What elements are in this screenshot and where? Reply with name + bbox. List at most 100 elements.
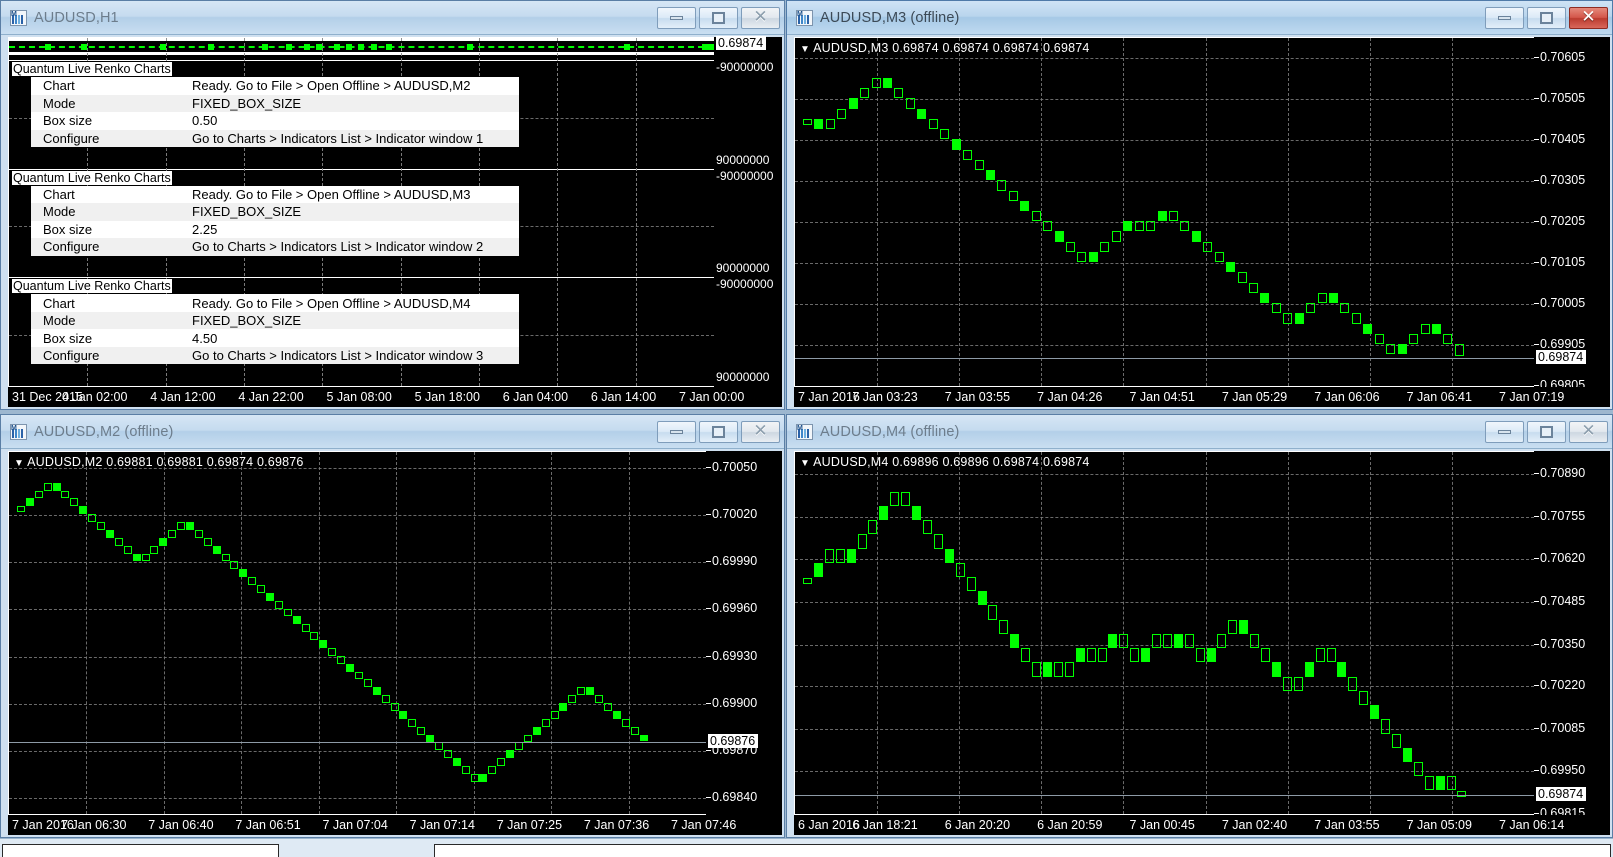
close-button-m4[interactable]: ✕: [1569, 421, 1608, 443]
renko-brick: [1436, 776, 1445, 790]
minimize-button-m3[interactable]: [1485, 7, 1524, 29]
plot-m4[interactable]: ▼AUDUSD,M4 0.69896 0.69896 0.69874 0.698…: [794, 451, 1534, 815]
renko-brick: [1359, 691, 1368, 705]
chart-menu-caret-icon[interactable]: ▼: [800, 44, 810, 55]
chart-menu-caret-icon[interactable]: ▼: [800, 458, 810, 469]
renko-brick: [1238, 272, 1247, 282]
price-tick-mark: [1534, 221, 1539, 222]
renko-brick: [35, 491, 43, 499]
minimize-button-m2[interactable]: [657, 421, 696, 443]
indicator-axis-bottom: 90000000: [716, 153, 769, 167]
grid-line-horizontal: [795, 559, 1534, 560]
plot-row-m4: ▼AUDUSD,M4 0.69896 0.69896 0.69874 0.698…: [794, 451, 1610, 815]
indicator-row-key: Box size: [31, 222, 188, 237]
window-audusd-m2[interactable]: M AUDUSD,M2 (offline) ✕ ▼AUDUSD,M2 0.698…: [0, 414, 785, 838]
close-button-m2[interactable]: ✕: [741, 421, 780, 443]
titlebar-m2[interactable]: M AUDUSD,M2 (offline) ✕: [1, 415, 784, 449]
renko-brick: [1348, 677, 1357, 691]
grid-line-vertical: [557, 38, 558, 386]
time-tick-label: 7 Jan 03:55: [945, 390, 1010, 404]
minimize-button-h1[interactable]: [657, 7, 696, 29]
current-price-label[interactable]: 0.69874: [1536, 787, 1586, 801]
renko-brick: [88, 514, 96, 522]
time-tick-label: 5 Jan 18:00: [415, 390, 480, 404]
price-tick-mark: [706, 703, 711, 704]
time-axis-m3[interactable]: 7 Jan 20167 Jan 03:237 Jan 03:557 Jan 04…: [794, 387, 1610, 407]
time-axis-m4[interactable]: 6 Jan 20166 Jan 18:216 Jan 20:206 Jan 20…: [794, 815, 1610, 835]
close-button-m3[interactable]: ✕: [1569, 7, 1608, 29]
chart-tab-stub-2[interactable]: [434, 844, 1611, 857]
indicator-row: Box size4.50: [31, 329, 519, 347]
bottom-taskbar[interactable]: [0, 838, 1613, 857]
maximize-button-m2[interactable]: [699, 421, 738, 443]
indicator-row: ModeFIXED_BOX_SIZE: [31, 312, 519, 330]
chart-tab-stub-1[interactable]: [2, 844, 279, 857]
indicator-info-panel: ChartReady. Go to File > Open Offline > …: [31, 186, 519, 256]
renko-brick: [1381, 719, 1390, 733]
grid-line-vertical: [1123, 38, 1124, 386]
grid-line-vertical: [474, 452, 475, 814]
time-axis-m2[interactable]: 7 Jan 20167 Jan 06:307 Jan 06:407 Jan 06…: [8, 815, 782, 835]
current-price-label[interactable]: 0.69876: [708, 734, 758, 748]
grid-line-vertical: [636, 38, 637, 386]
renko-brick: [346, 664, 354, 672]
maximize-button-m3[interactable]: [1527, 7, 1566, 29]
renko-brick: [1239, 620, 1248, 634]
plot-m3[interactable]: ▼AUDUSD,M3 0.69874 0.69874 0.69874 0.698…: [794, 37, 1534, 387]
window-audusd-h1[interactable]: M AUDUSD,H1 ✕ Quantum Live Renko ChartsC…: [0, 0, 785, 410]
renko-brick: [1398, 344, 1407, 354]
chart-area-m4[interactable]: ▼AUDUSD,M4 0.69896 0.69896 0.69874 0.698…: [787, 449, 1612, 837]
renko-brick: [559, 703, 567, 711]
renko-brick: [1180, 221, 1189, 231]
chart-menu-caret-icon[interactable]: ▼: [14, 458, 24, 469]
plot-h1[interactable]: Quantum Live Renko ChartsChartReady. Go …: [8, 37, 714, 387]
minimize-button-m4[interactable]: [1485, 421, 1524, 443]
renko-brick: [1076, 648, 1085, 662]
maximize-button-h1[interactable]: [699, 7, 738, 29]
renko-brick: [115, 538, 123, 546]
titlebar-h1[interactable]: M AUDUSD,H1 ✕: [1, 1, 784, 35]
window-audusd-m4[interactable]: M AUDUSD,M4 (offline) ✕ ▼AUDUSD,M4 0.698…: [786, 414, 1613, 838]
chart-area-m3[interactable]: ▼AUDUSD,M3 0.69874 0.69874 0.69874 0.698…: [787, 35, 1612, 409]
grid-line-vertical: [551, 452, 552, 814]
renko-brick: [894, 88, 903, 98]
close-button-h1[interactable]: ✕: [741, 7, 780, 29]
renko-brick: [1327, 648, 1336, 662]
indicator-row-value: 0.50: [188, 113, 217, 128]
renko-brick: [1043, 662, 1052, 676]
symbol-ohlc-label-m2: ▼AUDUSD,M2 0.69881 0.69881 0.69874 0.698…: [14, 455, 304, 469]
current-price-line: [9, 742, 706, 743]
price-axis-h1[interactable]: 0.69874-9000000090000000-900000009000000…: [714, 37, 782, 387]
price-tick-mark: [706, 467, 711, 468]
maximize-button-m4[interactable]: [1527, 421, 1566, 443]
titlebar-m4[interactable]: M AUDUSD,M4 (offline) ✕: [787, 415, 1612, 449]
titlebar-m3[interactable]: M AUDUSD,M3 (offline) ✕: [787, 1, 1612, 35]
chart-area-h1[interactable]: Quantum Live Renko ChartsChartReady. Go …: [1, 35, 784, 409]
renko-brick: [952, 139, 961, 149]
renko-brick: [1386, 344, 1395, 354]
renko-brick: [1457, 791, 1466, 797]
plot-m2[interactable]: ▼AUDUSD,M2 0.69881 0.69881 0.69874 0.698…: [8, 451, 706, 815]
chart-area-m2[interactable]: ▼AUDUSD,M2 0.69881 0.69881 0.69874 0.698…: [1, 449, 784, 837]
price-tick-mark: [1534, 728, 1539, 729]
grid-line-horizontal: [795, 729, 1534, 730]
price-axis-m2[interactable]: 0.700500.700200.699900.699600.699300.699…: [706, 451, 782, 815]
renko-brick: [1432, 324, 1441, 334]
renko-brick: [1375, 334, 1384, 344]
grid-line-vertical: [877, 452, 878, 814]
price-tick-mark: [706, 561, 711, 562]
price-axis-m3[interactable]: 0.706050.705050.704050.703050.702050.701…: [1534, 37, 1610, 387]
price-tick-label: 0.70620: [1540, 551, 1585, 565]
window-audusd-m3[interactable]: M AUDUSD,M3 (offline) ✕ ▼AUDUSD,M3 0.698…: [786, 0, 1613, 410]
time-tick-label: 4 Jan 12:00: [150, 390, 215, 404]
renko-brick: [551, 711, 559, 719]
indicator-row-key: Box size: [31, 113, 188, 128]
current-price-label[interactable]: 0.69874: [1536, 350, 1586, 364]
price-axis-m4[interactable]: 0.708900.707550.706200.704850.703500.702…: [1534, 451, 1610, 815]
grid-line-horizontal: [9, 562, 706, 563]
current-price-label-h1[interactable]: 0.69874: [716, 36, 766, 50]
indicator-row-key: Box size: [31, 331, 188, 346]
time-axis-h1[interactable]: 31 Dec 20154 Jan 02:004 Jan 12:004 Jan 2…: [8, 387, 782, 407]
renko-brick: [940, 129, 949, 139]
indicator-row: ChartReady. Go to File > Open Offline > …: [31, 294, 519, 312]
